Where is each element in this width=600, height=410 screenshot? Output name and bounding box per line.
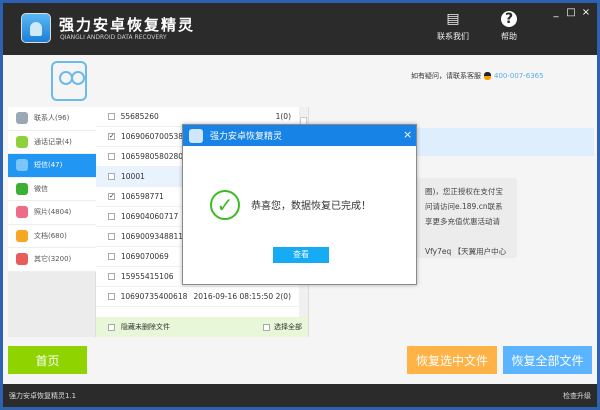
row-count: 2(0): [275, 292, 291, 301]
sidebar-item-label: 其它(3200): [34, 255, 72, 264]
hide-undeleted-checkbox[interactable]: [108, 323, 115, 331]
completion-dialog: 强力安卓恢复精灵 × ✓ 恭喜您，数据恢复已完成！ 查看: [182, 124, 417, 285]
sidebar-item[interactable]: 照片(4804): [8, 201, 96, 225]
app-title: 强力安卓恢复精灵: [59, 16, 196, 34]
category-icon: [16, 229, 28, 242]
view-button[interactable]: 查看: [273, 247, 329, 263]
category-icon: [16, 112, 28, 125]
row-checkbox[interactable]: [108, 273, 115, 280]
category-icon: [16, 182, 28, 195]
mascot-icon: [51, 61, 87, 101]
help-label: 帮助: [501, 32, 517, 41]
recover-selected-button[interactable]: 恢复选中文件: [407, 346, 497, 374]
sidebar-item-label: 联系人(96): [34, 114, 70, 123]
dialog-app-icon: [189, 128, 203, 143]
sidebar-item[interactable]: 通话记录(4): [8, 130, 96, 154]
check-update-link[interactable]: 检查升级: [563, 391, 591, 401]
sidebar-item-label: 微信: [34, 184, 48, 193]
chat-icon: ▤: [446, 11, 460, 27]
dialog-message: 恭喜您，数据恢复已完成！: [251, 201, 371, 212]
sidebar-item-label: 文档(680): [34, 231, 67, 240]
dialog-title-bar: 强力安卓恢复精灵: [183, 125, 416, 146]
category-icon: [16, 159, 28, 172]
message-line: 享更多充值优惠活动请: [425, 217, 500, 226]
category-icon: [16, 135, 28, 148]
minimize-button[interactable]: _: [549, 7, 563, 18]
maximize-button[interactable]: □: [564, 7, 578, 18]
row-checkbox[interactable]: [108, 113, 115, 120]
sidebar-item[interactable]: 其它(3200): [8, 248, 96, 272]
row-checkbox[interactable]: [108, 213, 115, 220]
home-button[interactable]: 首页: [8, 346, 87, 374]
row-count: 1(0): [275, 112, 291, 121]
category-icon: [16, 206, 28, 219]
row-checkbox[interactable]: ✓: [108, 133, 115, 140]
app-subtitle: QIANGLI ANDROID DATA RECOVERY: [60, 34, 167, 41]
sidebar-item-label: 照片(4804): [34, 208, 72, 217]
row-number: 55685260: [120, 112, 159, 121]
qq-icon[interactable]: [484, 72, 491, 80]
category-icon: [16, 253, 28, 266]
help-icon: ?: [501, 11, 517, 27]
close-button[interactable]: ×: [579, 7, 593, 18]
row-checkbox[interactable]: [108, 153, 115, 160]
help-button[interactable]: ? 帮助: [487, 11, 531, 42]
version-label: 强力安卓恢复精灵1.1: [9, 392, 77, 400]
row-checkbox[interactable]: [108, 173, 115, 180]
sidebar-item-label: 通话记录(4): [34, 137, 72, 146]
sidebar-item[interactable]: 短信(47): [8, 154, 96, 178]
message-line: 问请访问e.189.cn联系: [425, 202, 503, 211]
list-row[interactable]: 10690735400618 2016-09-16 08:15:50 2(0): [96, 287, 299, 307]
row-checkbox[interactable]: [108, 253, 115, 260]
select-all-checkbox[interactable]: [263, 323, 270, 331]
title-bar: 强力安卓恢复精灵 QIANGLI ANDROID DATA RECOVERY ▤…: [3, 3, 597, 55]
support-phone: 400-007-6365: [494, 72, 544, 80]
support-info: 如有疑问，请联系客服 400-007-6365: [411, 71, 544, 81]
row-checkbox[interactable]: [108, 233, 115, 240]
sidebar-item[interactable]: 文档(680): [8, 224, 96, 248]
row-checkbox[interactable]: [108, 293, 115, 300]
list-footer: 隐藏未删除文件 选择全部: [96, 317, 308, 337]
hide-undeleted-label: 隐藏未删除文件: [121, 323, 170, 331]
message-line: 圈)，您正授权在支付宝: [425, 187, 503, 196]
dialog-title: 强力安卓恢复精灵: [210, 132, 283, 142]
category-sidebar: 联系人(96) 通话记录(4) 短信(47) 微信照片(4804) 文档(680) 其它(…: [8, 107, 96, 337]
app-logo-icon: [21, 13, 51, 43]
recover-all-button[interactable]: 恢复全部文件: [503, 346, 592, 374]
status-bar: 强力安卓恢复精灵1.1 检查升级: [3, 384, 597, 407]
success-check-icon: ✓: [210, 190, 240, 220]
message-line: Vfy7eq 【天翼用户中心: [425, 247, 507, 256]
sidebar-item-label: 短信(47): [34, 161, 63, 170]
row-number: 10690735400618: [120, 292, 188, 301]
row-checkbox[interactable]: ✓: [108, 193, 115, 200]
support-text: 如有疑问，请联系客服: [411, 72, 481, 80]
contact-us-label: 联系我们: [437, 32, 469, 41]
row-date: 2016-09-16 08:15:50: [193, 292, 274, 301]
select-all-label: 选择全部: [274, 323, 302, 331]
sidebar-item[interactable]: 微信: [8, 177, 96, 201]
dialog-close-button[interactable]: ×: [403, 128, 412, 141]
contact-us-button[interactable]: ▤ 联系我们: [431, 11, 475, 42]
sidebar-item[interactable]: 联系人(96): [8, 107, 96, 131]
